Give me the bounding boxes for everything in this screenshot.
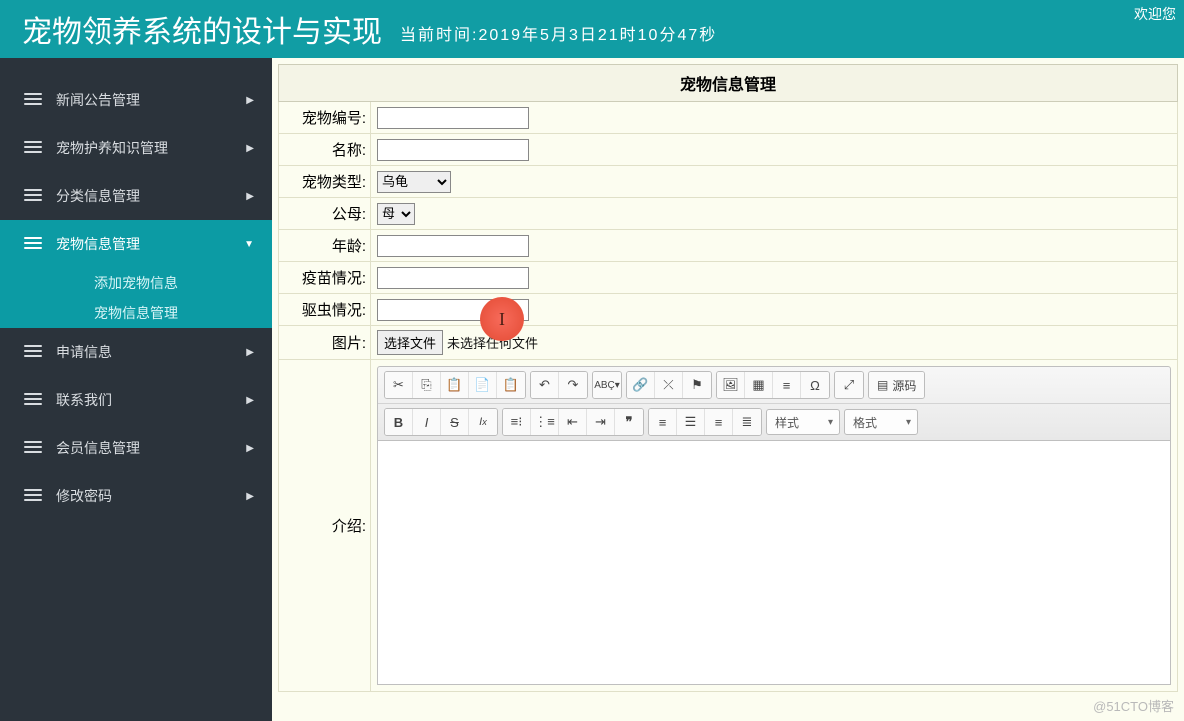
bold-icon[interactable]: B xyxy=(385,409,413,435)
nav-category[interactable]: 分类信息管理 ▶ xyxy=(0,172,272,220)
welcome-text: 欢迎您 xyxy=(1134,4,1176,24)
indent-icon[interactable]: ⇥ xyxy=(587,409,615,435)
nav-news[interactable]: 新闻公告管理 ▶ xyxy=(0,76,272,124)
special-char-icon[interactable]: Ω xyxy=(801,372,829,398)
paste-word-icon[interactable]: 📋 xyxy=(497,372,525,398)
label-pet-id: 宠物编号: xyxy=(279,102,371,133)
blockquote-icon[interactable]: ❞ xyxy=(615,409,643,435)
strike-icon[interactable]: S xyxy=(441,409,469,435)
chevron-right-icon: ▶ xyxy=(246,347,254,358)
stack-icon xyxy=(24,189,42,204)
main-panel: 宠物信息管理 宠物编号: 名称: 宠物类型: 乌龟 公母: 母 年龄: 疫苗情况… xyxy=(272,58,1184,721)
copy-icon[interactable]: ⎘ xyxy=(413,372,441,398)
watermark-text: @51CTO博客 xyxy=(1093,696,1174,715)
panel-title: 宠物信息管理 xyxy=(278,64,1178,102)
style-select[interactable]: 样式 xyxy=(766,409,840,435)
stack-icon xyxy=(24,393,42,408)
stack-icon xyxy=(24,441,42,456)
nav-contact[interactable]: 联系我们 ▶ xyxy=(0,376,272,424)
italic-icon[interactable]: I xyxy=(413,409,441,435)
anchor-icon[interactable]: ⚑ xyxy=(683,372,711,398)
nav-members[interactable]: 会员信息管理 ▶ xyxy=(0,424,272,472)
unlink-icon[interactable]: ⤫ xyxy=(655,372,683,398)
chevron-right-icon: ▶ xyxy=(246,395,254,406)
chevron-down-icon: ▼ xyxy=(244,239,254,250)
stack-icon xyxy=(24,237,42,252)
image-icon[interactable]: 🖼 xyxy=(717,372,745,398)
label-image: 图片: xyxy=(279,326,371,359)
paste-icon[interactable]: 📋 xyxy=(441,372,469,398)
label-gender: 公母: xyxy=(279,198,371,229)
input-pet-id[interactable] xyxy=(377,107,529,129)
input-name[interactable] xyxy=(377,139,529,161)
file-status-text: 未选择任何文件 xyxy=(447,333,538,352)
editor-toolbar: ✂ ⎘ 📋 📄 📋 ↶ ↷ ABÇ▾ xyxy=(377,366,1171,441)
nav-application[interactable]: 申请信息 ▶ xyxy=(0,328,272,376)
redo-icon[interactable]: ↷ xyxy=(559,372,587,398)
editor-content-area[interactable] xyxy=(377,441,1171,685)
maximize-icon[interactable]: ⤢ xyxy=(835,372,863,398)
table-icon[interactable]: ▦ xyxy=(745,372,773,398)
stack-icon xyxy=(24,345,42,360)
format-select[interactable]: 格式 xyxy=(844,409,918,435)
input-vaccine[interactable] xyxy=(377,267,529,289)
numbered-list-icon[interactable]: ≡⁝ xyxy=(503,409,531,435)
nav-password[interactable]: 修改密码 ▶ xyxy=(0,472,272,520)
label-type: 宠物类型: xyxy=(279,166,371,197)
sidebar-nav: 新闻公告管理 ▶ 宠物护养知识管理 ▶ 分类信息管理 ▶ 宠物信息管理 ▼ 添加… xyxy=(0,58,272,721)
select-pet-type[interactable]: 乌龟 xyxy=(377,171,451,193)
input-age[interactable] xyxy=(377,235,529,257)
align-right-icon[interactable]: ≡ xyxy=(705,409,733,435)
remove-format-icon[interactable]: Ix xyxy=(469,409,497,435)
stack-icon xyxy=(24,489,42,504)
select-gender[interactable]: 母 xyxy=(377,203,415,225)
align-left-icon[interactable]: ≡ xyxy=(649,409,677,435)
chevron-right-icon: ▶ xyxy=(246,491,254,502)
chevron-right-icon: ▶ xyxy=(246,143,254,154)
chevron-right-icon: ▶ xyxy=(246,95,254,106)
subnav-add-pet[interactable]: 添加宠物信息 xyxy=(0,268,272,298)
cut-icon[interactable]: ✂ xyxy=(385,372,413,398)
label-name: 名称: xyxy=(279,134,371,165)
file-choose-button[interactable]: 选择文件 xyxy=(377,330,443,355)
chevron-right-icon: ▶ xyxy=(246,443,254,454)
nav-care-knowledge[interactable]: 宠物护养知识管理 ▶ xyxy=(0,124,272,172)
align-center-icon[interactable]: ☰ xyxy=(677,409,705,435)
undo-icon[interactable]: ↶ xyxy=(531,372,559,398)
stack-icon xyxy=(24,141,42,156)
label-deworm: 驱虫情况: xyxy=(279,294,371,325)
bullet-list-icon[interactable]: ⋮≡ xyxy=(531,409,559,435)
hr-icon[interactable]: ≡ xyxy=(773,372,801,398)
input-deworm[interactable] xyxy=(377,299,529,321)
stack-icon xyxy=(24,93,42,108)
align-justify-icon[interactable]: ≣ xyxy=(733,409,761,435)
paste-text-icon[interactable]: 📄 xyxy=(469,372,497,398)
label-intro: 介绍: xyxy=(279,360,371,691)
source-button[interactable]: ▤ 源码 xyxy=(869,372,924,398)
nav-pet-info[interactable]: 宠物信息管理 ▼ xyxy=(0,220,272,268)
outdent-icon[interactable]: ⇤ xyxy=(559,409,587,435)
subnav-manage-pet[interactable]: 宠物信息管理 xyxy=(0,298,272,328)
label-vaccine: 疫苗情况: xyxy=(279,262,371,293)
app-title: 宠物领养系统的设计与实现 xyxy=(22,7,382,51)
chevron-right-icon: ▶ xyxy=(246,191,254,202)
spellcheck-icon[interactable]: ABÇ▾ xyxy=(593,372,621,398)
label-age: 年龄: xyxy=(279,230,371,261)
link-icon[interactable]: 🔗 xyxy=(627,372,655,398)
app-header: 宠物领养系统的设计与实现 当前时间:2019年5月3日21时10分47秒 欢迎您 xyxy=(0,0,1184,58)
current-time: 当前时间:2019年5月3日21时10分47秒 xyxy=(400,21,717,45)
